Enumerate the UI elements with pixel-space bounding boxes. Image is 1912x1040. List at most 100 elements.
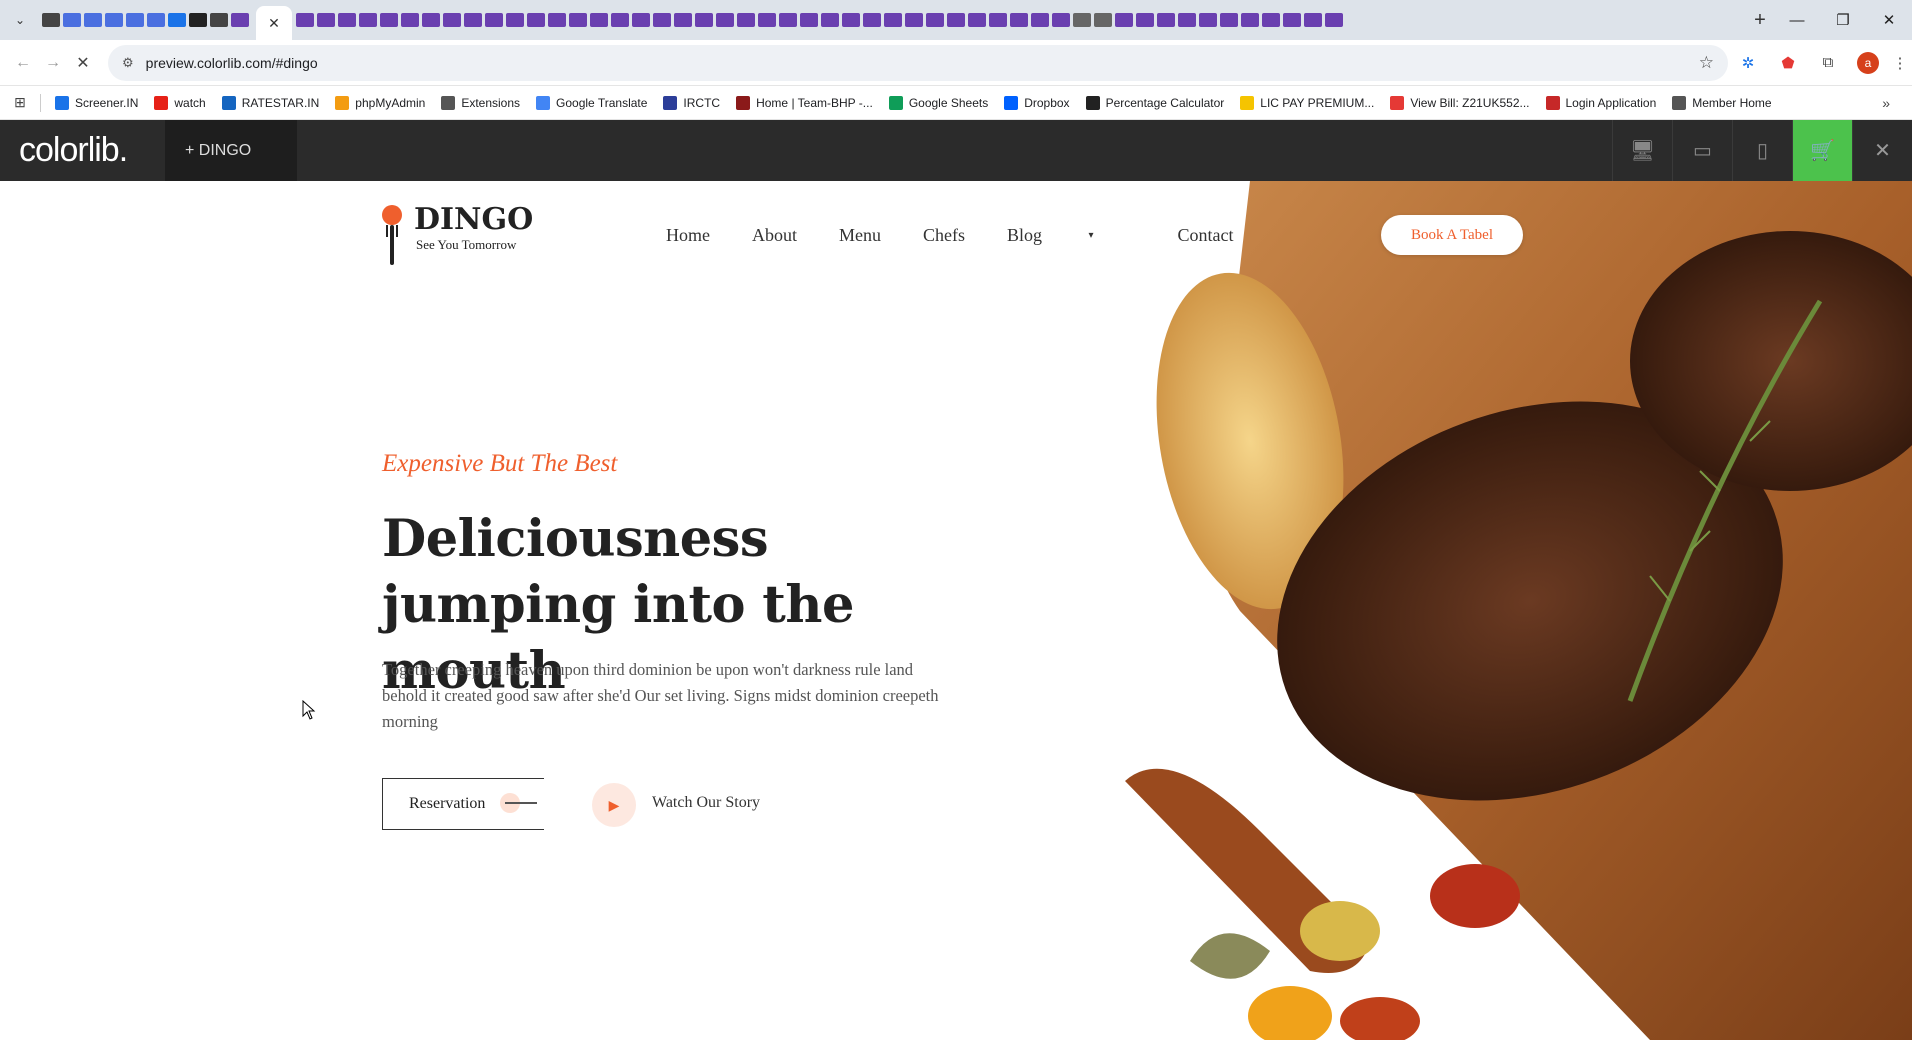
tab-favicon-icon[interactable] [548,13,566,27]
tab-favicon-icon[interactable] [1220,13,1238,27]
bookmark-item[interactable]: IRCTC [663,95,720,110]
tab-favicon-icon[interactable] [653,13,671,27]
tab-favicon-icon[interactable] [632,13,650,27]
tab-favicon-icon[interactable] [884,13,902,27]
tab-favicon-icon[interactable] [317,13,335,27]
active-tab-close-icon[interactable]: ✕ [256,6,292,40]
bookmark-item[interactable]: Google Translate [536,95,647,110]
tab-favicon-icon[interactable] [422,13,440,27]
tab-favicon-icon[interactable] [189,13,207,27]
tab-favicon-icon[interactable] [947,13,965,27]
bookmark-item[interactable]: Screener.IN [55,95,138,110]
shield-extension-icon[interactable]: ⬟ [1768,54,1808,72]
tab-favicon-icon[interactable] [737,13,755,27]
url-omnibox[interactable]: ⚙ preview.colorlib.com/#dingo ☆ [108,44,1728,81]
nav-chefs[interactable]: Chefs [923,225,965,246]
tab-favicon-icon[interactable] [380,13,398,27]
tab-favicon-icon[interactable] [147,13,165,27]
tab-favicon-icon[interactable] [695,13,713,27]
bookmark-star-icon[interactable]: ☆ [1699,53,1714,73]
tab-favicon-icon[interactable] [1073,13,1091,27]
tab-favicon-icon[interactable] [1199,13,1217,27]
bookmark-item[interactable]: RATESTAR.IN [221,95,319,110]
tab-favicon-icon[interactable] [506,13,524,27]
tab-favicon-icon[interactable] [485,13,503,27]
tab-search-icon[interactable]: ⌄ [10,10,30,30]
tab-favicon-icon[interactable] [42,13,60,27]
new-tab-icon[interactable]: + [1746,9,1774,32]
tab-favicon-icon[interactable] [1157,13,1175,27]
tab-favicon-icon[interactable] [842,13,860,27]
play-icon[interactable]: ▶ [592,783,636,827]
extension-icon[interactable]: ✲ [1728,54,1768,72]
tab-favicon-icon[interactable] [1094,13,1112,27]
bookmark-item[interactable]: Dropbox [1004,95,1070,110]
tab-favicon-icon[interactable] [1304,13,1322,27]
tab-favicon-icon[interactable] [527,13,545,27]
tab-favicon-icon[interactable] [210,13,228,27]
tab-favicon-icon[interactable] [800,13,818,27]
tab-favicon-icon[interactable] [168,13,186,27]
bookmark-item[interactable]: Percentage Calculator [1085,95,1224,110]
back-icon[interactable]: ← [8,54,38,72]
tab-favicon-icon[interactable] [863,13,881,27]
tab-favicon-icon[interactable] [905,13,923,27]
nav-about[interactable]: About [752,225,797,246]
tab-favicon-icon[interactable] [231,13,249,27]
tab-favicon-icon[interactable] [401,13,419,27]
tab-favicon-icon[interactable] [84,13,102,27]
tab-favicon-icon[interactable] [569,13,587,27]
forward-icon[interactable]: → [38,54,68,72]
tab-favicon-icon[interactable] [1010,13,1028,27]
restore-icon[interactable]: ❐ [1820,0,1866,40]
tab-favicon-icon[interactable] [1031,13,1049,27]
extensions-puzzle-icon[interactable]: ⧉ [1808,54,1848,71]
url-text[interactable]: preview.colorlib.com/#dingo [146,55,318,71]
tab-favicon-icon[interactable] [296,13,314,27]
cart-icon[interactable]: 🛒 [1792,120,1852,181]
bookmark-item[interactable]: Login Application [1545,95,1656,110]
tab-favicon-icon[interactable] [443,13,461,27]
close-window-icon[interactable]: ✕ [1866,0,1912,40]
tab-favicon-icon[interactable] [1262,13,1280,27]
apps-grid-icon[interactable]: ⊞ [0,94,40,111]
nav-contact[interactable]: Contact [1178,225,1234,246]
tab-favicon-icon[interactable] [1115,13,1133,27]
tablet-view-icon[interactable]: ▭ [1672,120,1732,181]
tab-favicon-icon[interactable] [758,13,776,27]
tab-favicon-icon[interactable] [926,13,944,27]
tab-favicon-icon[interactable] [779,13,797,27]
tab-favicon-icon[interactable] [674,13,692,27]
bookmark-item[interactable]: phpMyAdmin [335,95,425,110]
nav-menu[interactable]: Menu [839,225,881,246]
tab-favicon-icon[interactable] [1052,13,1070,27]
tab-favicon-icon[interactable] [1325,13,1343,27]
tab-favicon-icon[interactable] [611,13,629,27]
site-logo[interactable]: DINGO See You Tomorrow [382,203,533,267]
close-preview-icon[interactable]: ✕ [1852,120,1912,181]
bookmark-item[interactable]: Home | Team-BHP -... [736,95,873,110]
tab-favicon-icon[interactable] [590,13,608,27]
stop-loading-icon[interactable]: ✕ [68,53,98,73]
book-table-button[interactable]: Book A Tabel [1381,215,1523,255]
tab-favicon-icon[interactable] [338,13,356,27]
nav-home[interactable]: Home [666,225,710,246]
theme-selector[interactable]: + DINGO [165,120,297,181]
tab-favicon-icon[interactable] [1178,13,1196,27]
tab-favicon-icon[interactable] [1136,13,1154,27]
profile-avatar[interactable]: a [1857,51,1879,74]
tab-favicon-icon[interactable] [989,13,1007,27]
nav-blog[interactable]: Blog ▾ [1007,225,1136,246]
reservation-button[interactable]: Reservation [382,778,544,830]
mobile-view-icon[interactable]: ▯ [1732,120,1792,181]
bookmark-item[interactable]: View Bill: Z21UK552... [1390,95,1530,110]
tab-favicon-icon[interactable] [821,13,839,27]
watch-story-link[interactable]: Watch Our Story [652,794,760,812]
tab-favicon-icon[interactable] [63,13,81,27]
tab-favicon-icon[interactable] [359,13,377,27]
bookmark-item[interactable]: watch [154,95,206,110]
bookmark-item[interactable]: Extensions [441,95,520,110]
bookmark-item[interactable]: Member Home [1672,95,1772,110]
site-info-icon[interactable]: ⚙ [122,55,134,71]
tab-favicon-icon[interactable] [105,13,123,27]
